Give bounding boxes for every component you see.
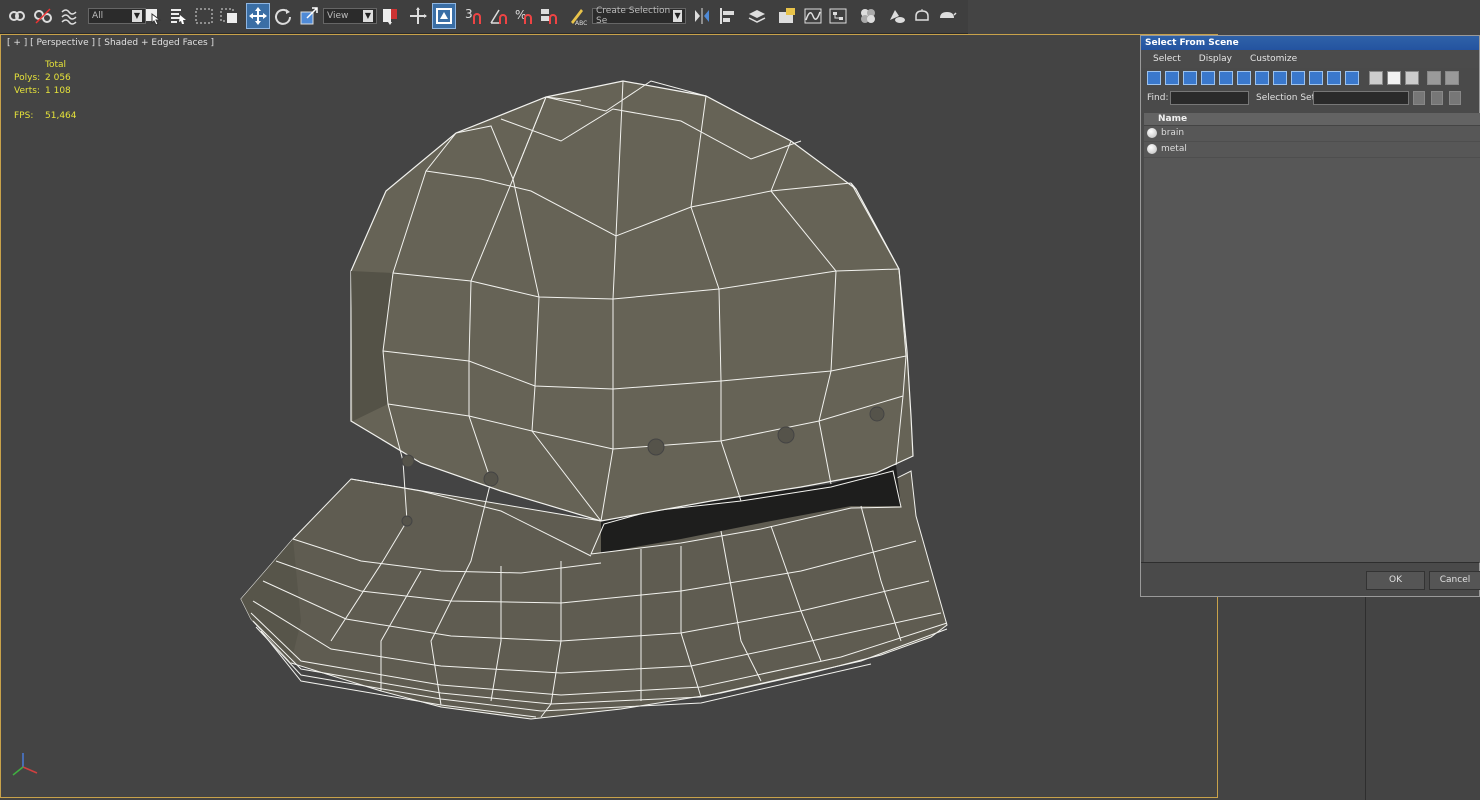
select-by-name-icon[interactable] <box>167 4 189 28</box>
reference-coordinate-dropdown[interactable]: View ▼ <box>323 8 377 24</box>
curve-editor-icon[interactable] <box>802 4 824 28</box>
filter-icon[interactable] <box>1427 71 1441 85</box>
display-cameras-icon[interactable] <box>1201 71 1215 85</box>
selection-filter-value: All <box>92 11 104 21</box>
select-from-scene-dialog: Select From Scene Select Display Customi… <box>1140 35 1480 597</box>
edit-named-selection-icon[interactable]: ABC <box>566 4 588 28</box>
svg-text:ABC: ABC <box>575 20 587 26</box>
window-crossing-icon[interactable] <box>218 4 240 28</box>
geometry-object-icon <box>1147 144 1157 154</box>
selection-set-label: Selection Set: <box>1256 93 1319 103</box>
find-label: Find: <box>1147 93 1169 103</box>
schematic-view-icon[interactable] <box>827 4 849 28</box>
display-lights-icon[interactable] <box>1183 71 1197 85</box>
display-geometry-icon[interactable] <box>1147 71 1161 85</box>
material-editor-icon[interactable] <box>857 4 879 28</box>
cancel-button[interactable]: Cancel <box>1429 571 1480 590</box>
stats-total-label: Total <box>45 60 67 70</box>
select-and-move-icon[interactable] <box>246 3 270 29</box>
display-xrefs-icon[interactable] <box>1273 71 1287 85</box>
list-item[interactable]: metal <box>1144 142 1480 158</box>
selection-filter-dropdown[interactable]: All ▼ <box>88 8 146 24</box>
named-selection-set-value: Create Selection Se <box>596 6 671 26</box>
bind-to-space-warp-icon[interactable] <box>58 4 80 28</box>
chevron-down-icon: ▼ <box>132 10 142 22</box>
dialog-menu-bar: Select Display Customize <box>1141 50 1479 68</box>
rendered-frame-window-icon[interactable] <box>911 4 933 28</box>
list-item-label: brain <box>1161 128 1185 138</box>
layer-manager-icon[interactable] <box>746 4 768 28</box>
select-none-icon[interactable] <box>1387 71 1401 85</box>
select-all-icon[interactable] <box>1369 71 1383 85</box>
reference-coordinate-value: View <box>327 11 349 21</box>
stats-fps-value: 51,464 <box>45 111 77 121</box>
manipulate-icon[interactable] <box>407 4 429 28</box>
stats-polys-value: 2 056 <box>45 73 71 83</box>
display-groups-icon[interactable] <box>1255 71 1269 85</box>
chevron-down-icon: ▼ <box>673 10 682 22</box>
dialog-title[interactable]: Select From Scene <box>1141 36 1479 50</box>
menu-select[interactable]: Select <box>1153 54 1181 64</box>
find-input[interactable] <box>1170 91 1249 105</box>
perspective-viewport[interactable]: [ + ] [ Perspective ] [ Shaded + Edged F… <box>0 34 1218 798</box>
selection-set-dropdown[interactable] <box>1313 91 1409 105</box>
rectangular-selection-icon[interactable] <box>193 4 215 28</box>
ok-button[interactable]: OK <box>1366 571 1425 590</box>
named-selection-set-dropdown[interactable]: Create Selection Se ▼ <box>592 6 686 26</box>
snaps-toggle-icon[interactable]: 3 <box>463 4 485 28</box>
list-item[interactable]: brain <box>1144 126 1480 142</box>
helmet-mesh-render[interactable] <box>1 35 1219 799</box>
keyboard-shortcut-override-icon[interactable] <box>432 3 456 29</box>
select-and-scale-icon[interactable] <box>298 4 320 28</box>
select-object-icon[interactable] <box>142 4 164 28</box>
selection-set-remove-icon[interactable] <box>1431 91 1443 105</box>
panel-divider <box>1365 594 1366 800</box>
display-containers-icon[interactable] <box>1309 71 1323 85</box>
geometry-object-icon <box>1147 128 1157 138</box>
render-setup-icon[interactable] <box>886 4 908 28</box>
spinner-snap-icon[interactable] <box>538 4 560 28</box>
filter-options-icon[interactable] <box>1445 71 1459 85</box>
menu-customize[interactable]: Customize <box>1250 54 1297 64</box>
chevron-down-icon: ▼ <box>363 10 373 22</box>
main-toolbar: All ▼ View ▼ 3 % ABC Create Selection Se… <box>0 0 968 34</box>
dialog-icon-toolbar <box>1141 68 1479 88</box>
mirror-icon[interactable] <box>691 4 713 28</box>
scene-explorer-icon[interactable] <box>776 4 798 28</box>
stats-fps-label: FPS: <box>14 111 34 121</box>
align-icon[interactable] <box>717 4 739 28</box>
object-list[interactable]: Name brain metal <box>1144 113 1480 563</box>
find-row: Find: Selection Set: <box>1141 88 1479 108</box>
display-space-warps-icon[interactable] <box>1237 71 1251 85</box>
unlink-selection-icon[interactable] <box>32 4 54 28</box>
display-frozen-icon[interactable] <box>1327 71 1341 85</box>
display-helpers-icon[interactable] <box>1219 71 1233 85</box>
display-hidden-icon[interactable] <box>1345 71 1359 85</box>
snap-3d-label: 3 <box>465 7 473 21</box>
list-item-label: metal <box>1161 144 1187 154</box>
menu-display[interactable]: Display <box>1199 54 1232 64</box>
selection-set-add-icon[interactable] <box>1413 91 1425 105</box>
select-and-rotate-icon[interactable] <box>272 4 294 28</box>
selection-set-edit-icon[interactable] <box>1449 91 1461 105</box>
display-shapes-icon[interactable] <box>1165 71 1179 85</box>
stats-verts-label: Verts: <box>14 86 40 96</box>
display-bones-icon[interactable] <box>1291 71 1305 85</box>
select-and-link-icon[interactable] <box>6 4 28 28</box>
pivot-center-icon[interactable] <box>379 4 401 28</box>
stats-verts-value: 1 108 <box>45 86 71 96</box>
viewport-label[interactable]: [ + ] [ Perspective ] [ Shaded + Edged F… <box>7 38 214 48</box>
angle-snap-icon[interactable] <box>488 4 510 28</box>
render-production-icon[interactable] <box>936 4 958 28</box>
dialog-button-bar: OK Cancel <box>1141 562 1480 596</box>
stats-polys-label: Polys: <box>14 73 41 83</box>
select-invert-icon[interactable] <box>1405 71 1419 85</box>
column-header-name[interactable]: Name <box>1144 113 1480 126</box>
percent-snap-icon[interactable]: % <box>513 4 535 28</box>
